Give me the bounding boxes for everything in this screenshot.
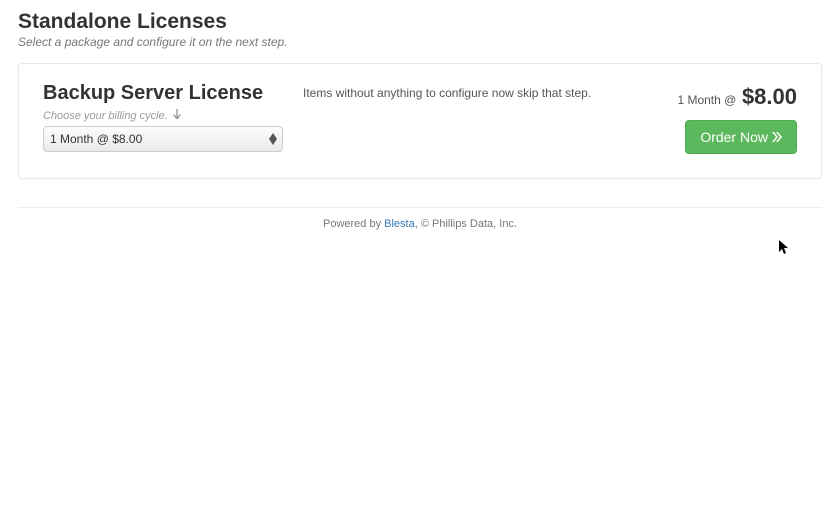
price-term: 1 Month @	[677, 93, 736, 107]
footer: Powered by Blesta, © Phillips Data, Inc.	[0, 218, 840, 230]
arrow-down-icon	[172, 109, 182, 122]
billing-cycle-select[interactable]: 1 Month @ $8.00	[43, 126, 283, 152]
page-title: Standalone Licenses	[18, 10, 822, 33]
price-line: 1 Month @ $8.00	[637, 84, 797, 110]
price-amount: $8.00	[742, 84, 797, 109]
page-subtitle: Select a package and configure it on the…	[18, 35, 822, 49]
order-now-button[interactable]: Order Now	[685, 120, 797, 154]
blesta-link[interactable]: Blesta	[384, 218, 415, 230]
chevron-right-icon	[772, 129, 782, 145]
divider	[18, 207, 822, 208]
mouse-cursor-icon	[779, 240, 791, 256]
product-name: Backup Server License	[43, 82, 303, 105]
billing-cycle-label: Choose your billing cycle.	[43, 109, 303, 122]
product-description: Items without anything to configure now …	[303, 82, 637, 100]
product-card: Backup Server License Choose your billin…	[18, 63, 822, 179]
